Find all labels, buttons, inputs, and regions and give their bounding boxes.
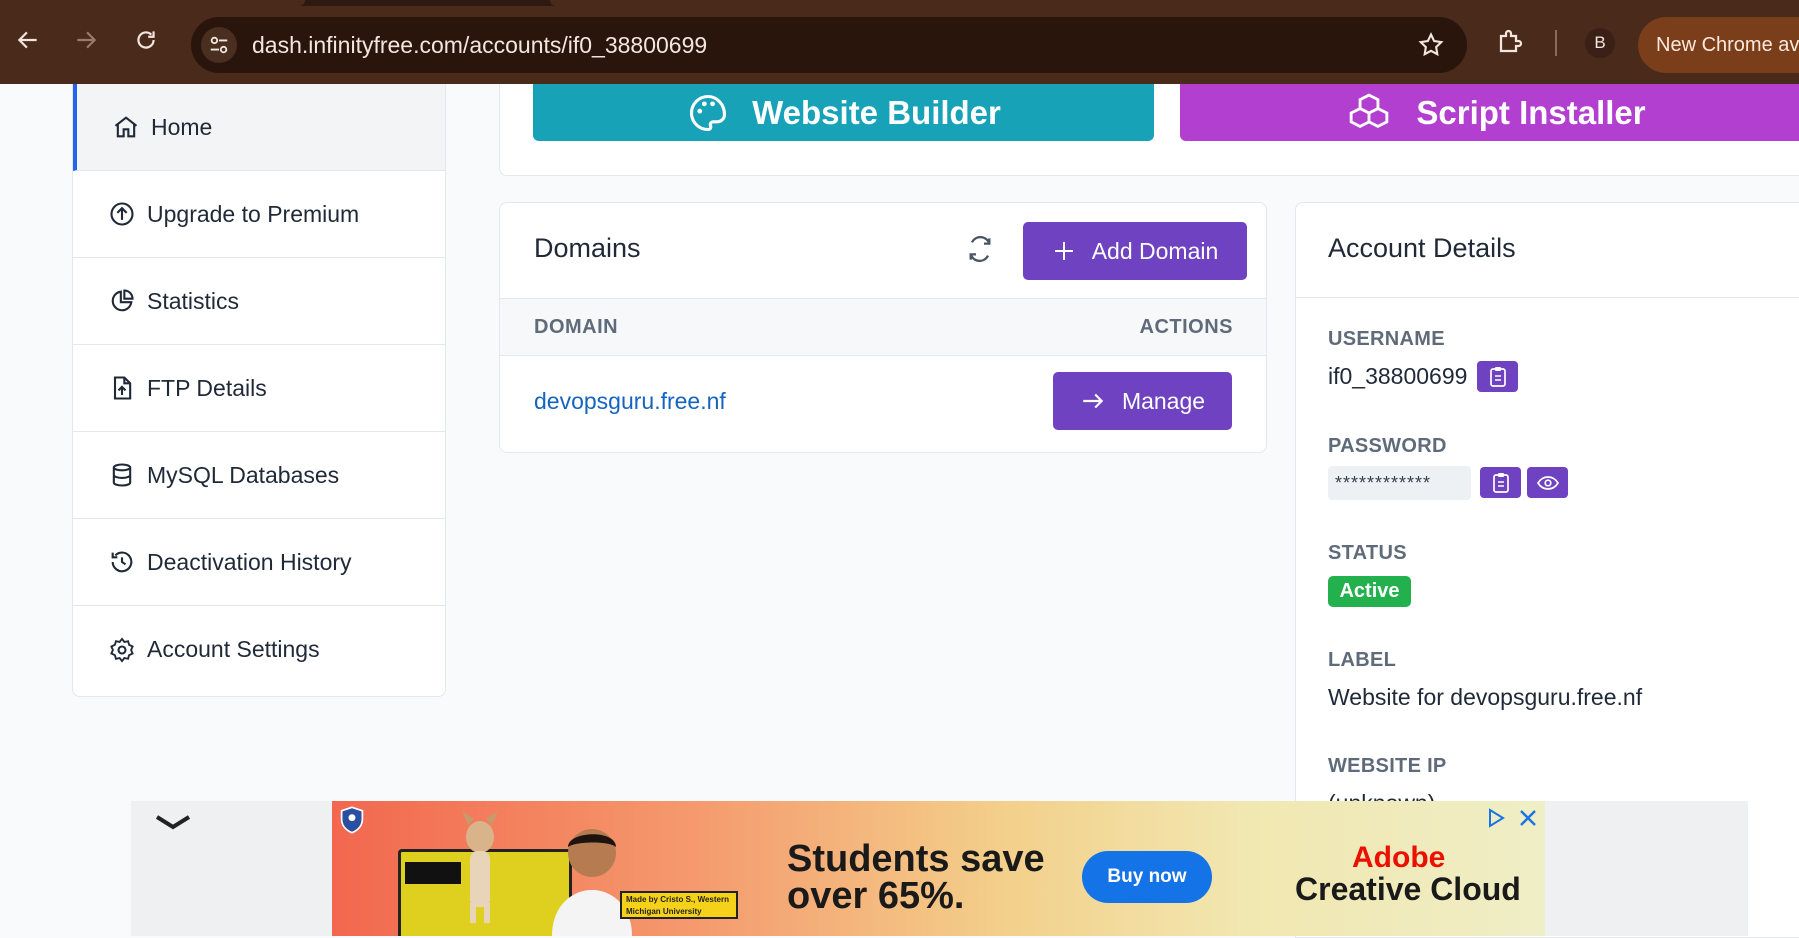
sidebar-item-label: Statistics [147,287,240,314]
ad-choices-icon[interactable] [1485,807,1507,834]
label-value: Website for devopsguru.free.nf [1328,684,1643,710]
shield-icon [338,805,366,840]
url-text[interactable]: dash.infinityfree.com/accounts/if0_38800… [252,32,707,59]
forward-button[interactable] [68,22,104,58]
label-label: LABEL [1328,649,1397,671]
sidebar-item-label: Deactivation History [147,548,352,575]
sidebar-item-label: MySQL Databases [147,461,340,488]
pie-chart-icon [107,286,137,316]
sidebar-item-ftp[interactable]: FTP Details [73,345,445,432]
column-header-actions: ACTIONS [1139,316,1233,338]
ad-caption-tag: Made by Cristo S., Western Michigan Univ… [620,891,738,919]
arrow-right-icon [77,31,97,49]
clipboard-icon [1489,366,1506,387]
buy-now-button[interactable]: Buy now [1082,851,1212,903]
address-bar[interactable]: dash.infinityfree.com/accounts/if0_38800… [191,17,1467,73]
ad-headline: Students save over 65%. [787,838,1045,917]
script-installer-label: Script Installer [1416,93,1646,131]
password-value: ************ [1328,466,1471,500]
browser-toolbar: dash.infinityfree.com/accounts/if0_38800… [0,0,1799,84]
username-label: USERNAME [1328,328,1445,350]
adobe-logo-text: Adobe [1352,841,1446,874]
tab-strip [0,0,1799,6]
palette-icon [686,91,730,135]
reload-button[interactable] [128,22,164,58]
creative-cloud-text: Creative Cloud [1295,871,1521,907]
status-label: STATUS [1328,542,1407,564]
refresh-button[interactable] [964,233,996,270]
arrow-right-icon [1080,388,1106,414]
copy-username-button[interactable] [1477,361,1518,392]
clipboard-icon [1492,472,1509,493]
eye-icon [1536,475,1559,490]
close-icon[interactable] [1517,807,1539,834]
manage-button[interactable]: Manage [1053,372,1232,430]
sidebar-item-account-settings[interactable]: Account Settings [73,606,445,693]
sidebar-item-label: FTP Details [147,374,267,401]
new-chrome-available-button[interactable]: New Chrome av [1638,17,1799,73]
website-builder-label: Website Builder [752,93,1001,131]
sidebar-item-label: Account Settings [147,636,320,662]
sidebar-item-statistics[interactable]: Statistics [73,258,445,345]
sidebar-item-mysql[interactable]: MySQL Databases [73,432,445,519]
arrow-up-circle-icon [107,199,137,229]
password-label: PASSWORD [1328,435,1447,457]
domains-card: Domains Add Domain DOMAIN ACTIONS devops… [499,202,1267,453]
sidebar-item-upgrade[interactable]: Upgrade to Premium [73,171,445,258]
home-icon [111,112,141,142]
profile-avatar[interactable]: B [1585,28,1615,58]
file-upload-icon [107,373,137,403]
divider [1296,297,1799,298]
arrow-left-icon [17,31,37,49]
sidebar-item-label: Upgrade to Premium [147,200,360,227]
site-info-button[interactable] [201,27,237,63]
account-details-title: Account Details [1328,233,1516,263]
extensions-puzzle-icon[interactable] [1496,26,1526,61]
show-password-button[interactable] [1527,467,1568,498]
collapse-ad-button[interactable] [153,811,193,840]
toolbar-divider [1555,30,1557,56]
domains-title: Domains [534,233,641,263]
ad-bar: Made by Cristo S., Western Michigan Univ… [131,801,1748,936]
copy-password-button[interactable] [1480,467,1521,498]
ad-banner[interactable]: Made by Cristo S., Western Michigan Univ… [332,801,1545,936]
status-badge: Active [1328,576,1411,607]
chevron-down-icon [155,815,191,830]
sidebar-item-label: Home [151,113,213,140]
reload-icon [137,31,155,49]
column-header-domain: DOMAIN [534,316,619,338]
website-builder-button[interactable]: Website Builder [533,84,1154,141]
add-domain-label: Add Domain [1091,237,1219,264]
refresh-icon [969,235,991,263]
username-value: if0_38800699 [1328,363,1468,389]
website-ip-label: WEBSITE IP [1328,755,1447,777]
database-icon [107,460,137,490]
manage-label: Manage [1121,387,1206,414]
history-icon [107,547,137,577]
back-button[interactable] [10,22,46,58]
bookmark-star-icon[interactable] [1417,31,1445,64]
gear-icon [107,635,137,665]
domain-link[interactable]: devopsguru.free.nf [534,388,726,415]
sidebar-item-deactivation-history[interactable]: Deactivation History [73,519,445,606]
sidebar-nav: Home Upgrade to Premium Statistics FTP D… [72,84,446,697]
script-installer-button[interactable]: Script Installer [1180,84,1799,141]
cubes-icon [1344,91,1394,135]
tune-icon [210,36,228,54]
sidebar-item-home[interactable]: Home [73,84,445,171]
plus-icon [1052,239,1076,263]
domains-table-header: DOMAIN ACTIONS [500,298,1266,356]
add-domain-button[interactable]: Add Domain [1023,222,1247,280]
dog-image [462,811,498,923]
